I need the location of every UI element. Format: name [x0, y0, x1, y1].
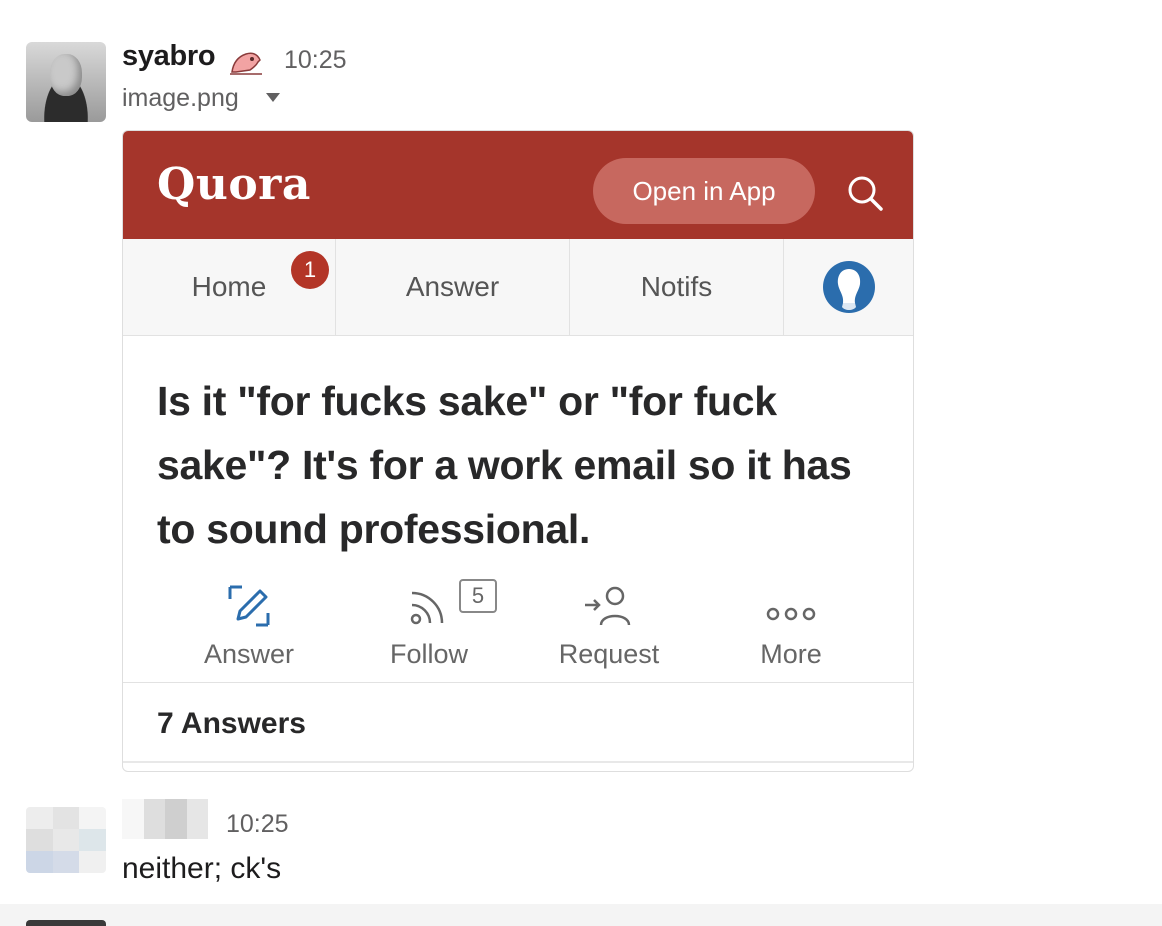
message-text: neither; ck's [122, 852, 282, 885]
profile-icon [822, 261, 875, 313]
open-in-app-button: Open in App [593, 158, 815, 224]
tab-notifs: Notifs [570, 239, 784, 335]
username-redacted[interactable] [122, 799, 208, 839]
tab-profile [784, 239, 913, 335]
quora-header: Quora Open in App [123, 131, 913, 239]
avatar[interactable] [26, 920, 106, 926]
next-message-row [0, 904, 1162, 926]
answers-count: 7 Answers [157, 707, 306, 740]
message-timestamp[interactable]: 10:25 [226, 810, 289, 839]
pencil-icon [228, 585, 270, 627]
request-user-icon [585, 586, 631, 626]
action-label: Answer [203, 639, 295, 669]
bird-emoji-icon [230, 52, 262, 75]
follow-count-badge: 5 [459, 579, 497, 613]
action-label: More [760, 639, 822, 669]
follow-action: 5 Follow [339, 577, 519, 670]
action-label: Follow [389, 639, 469, 669]
divider [123, 761, 913, 763]
tab-label: Home [191, 271, 267, 302]
more-dots-icon [766, 607, 816, 621]
tab-answer: Answer [336, 239, 570, 335]
action-label: Request [558, 639, 660, 669]
chevron-down-icon[interactable] [266, 93, 280, 102]
avatar[interactable] [26, 42, 106, 122]
message-timestamp[interactable]: 10:25 [284, 46, 347, 75]
notification-badge: 1 [291, 251, 329, 289]
quora-nav-tabs: Home 1 Answer Notifs [123, 239, 913, 336]
username[interactable]: syabro [122, 40, 216, 73]
image-attachment[interactable]: Quora Open in App Home 1 Answer Notifs I… [122, 130, 914, 772]
request-action: Request [519, 577, 699, 670]
avatar[interactable] [26, 807, 106, 873]
tab-label: Notifs [640, 271, 713, 302]
question-title: Is it "for fucks sake" or "for fuck sake… [157, 378, 852, 552]
quora-logo: Quora [157, 159, 311, 210]
more-action: More [701, 577, 881, 670]
rss-icon [410, 591, 444, 625]
attachment-filename[interactable]: image.png [122, 84, 239, 113]
tab-label: Answer [405, 271, 500, 302]
answer-action: Answer [159, 577, 339, 670]
search-icon [848, 176, 883, 211]
divider [123, 682, 913, 683]
tab-home: Home 1 [123, 239, 336, 335]
